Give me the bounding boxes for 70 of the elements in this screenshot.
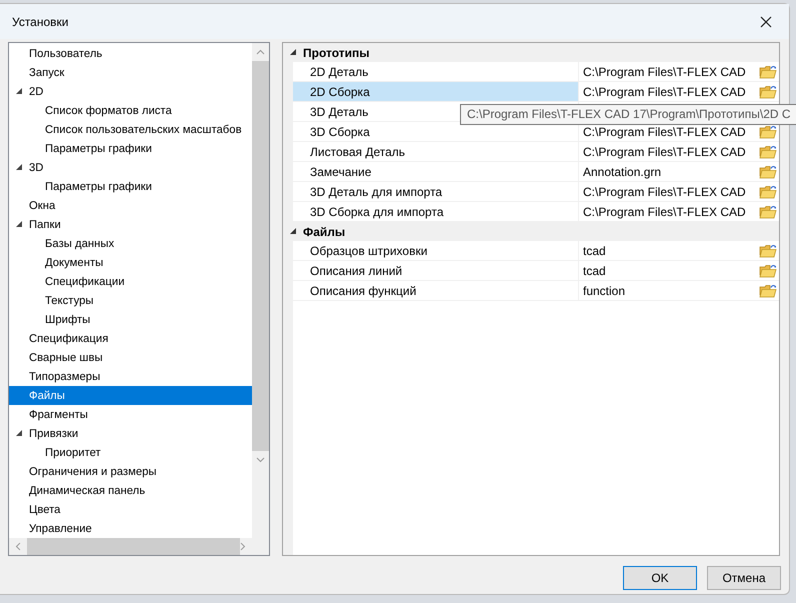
- property-label[interactable]: Замечание: [293, 162, 579, 181]
- folder-icon[interactable]: [759, 264, 777, 278]
- folder-icon[interactable]: [759, 184, 777, 198]
- ok-button[interactable]: OK: [623, 566, 697, 590]
- property-value[interactable]: C:\Program Files\T-FLEX CAD: [583, 64, 759, 78]
- scroll-up-icon[interactable]: [256, 49, 265, 55]
- expanded-icon[interactable]: [16, 430, 22, 437]
- tree-item[interactable]: Параметры графики: [9, 139, 252, 158]
- property-value[interactable]: C:\Program Files\T-FLEX CAD: [583, 184, 759, 198]
- property-label[interactable]: 3D Деталь для импорта: [293, 182, 579, 201]
- scroll-right-icon[interactable]: [240, 542, 246, 551]
- expanded-icon[interactable]: [290, 228, 296, 235]
- scroll-down-icon[interactable]: [256, 457, 265, 463]
- folder-icon[interactable]: [759, 84, 777, 98]
- expanded-icon[interactable]: [16, 164, 22, 171]
- expanded-icon[interactable]: [16, 221, 22, 228]
- tree-item[interactable]: Пользователь: [9, 44, 252, 63]
- scrollbar[interactable]: [252, 43, 269, 538]
- tree-item[interactable]: Приоритет: [9, 443, 252, 462]
- tree-item[interactable]: Привязки: [9, 424, 252, 443]
- property-label[interactable]: Описания функций: [293, 281, 579, 300]
- property-value[interactable]: C:\Program Files\T-FLEX CAD: [583, 204, 759, 218]
- property-label[interactable]: Образцов штриховки: [293, 241, 579, 260]
- scroll-left-icon[interactable]: [15, 542, 21, 551]
- tree-item[interactable]: Список форматов листа: [9, 101, 252, 120]
- tree-item[interactable]: Текстуры: [9, 291, 252, 310]
- property-label[interactable]: 2D Сборка: [293, 82, 579, 101]
- tree-item[interactable]: 3D: [9, 158, 252, 177]
- tree-item[interactable]: Параметры графики: [9, 177, 252, 196]
- folder-icon[interactable]: [759, 284, 777, 298]
- tree-item[interactable]: Спецификации: [9, 272, 252, 291]
- property-value[interactable]: C:\Program Files\T-FLEX CAD: [583, 144, 759, 158]
- property-label[interactable]: Листовая Деталь: [293, 142, 579, 161]
- tree-item[interactable]: Управление: [9, 519, 252, 538]
- tree-item[interactable]: Запуск: [9, 63, 252, 82]
- property-value[interactable]: C:\Program Files\T-FLEX CAD: [583, 84, 759, 98]
- folder-icon[interactable]: [759, 204, 777, 218]
- tooltip: C:\Program Files\T-FLEX CAD 17\Program\Прототипы\2D С: [460, 104, 796, 125]
- tree-item[interactable]: Документы: [9, 253, 252, 272]
- property-value[interactable]: Annotation.grn: [583, 164, 759, 178]
- folder-icon[interactable]: [759, 164, 777, 178]
- tree-item[interactable]: Цвета: [9, 500, 252, 519]
- tree-item[interactable]: Динамическая панель: [9, 481, 252, 500]
- property-value[interactable]: tcad: [583, 264, 759, 278]
- property-value[interactable]: tcad: [583, 244, 759, 258]
- property-label[interactable]: Описания линий: [293, 261, 579, 280]
- window-title: Установки: [12, 14, 68, 28]
- tree-item[interactable]: Базы данных: [9, 234, 252, 253]
- tree-item[interactable]: Шрифты: [9, 310, 252, 329]
- tree-item[interactable]: Сварные швы: [9, 348, 252, 367]
- expanded-icon[interactable]: [290, 49, 296, 56]
- folder-icon[interactable]: [759, 144, 777, 158]
- folder-icon[interactable]: [759, 244, 777, 258]
- tree-item[interactable]: Ограничения и размеры: [9, 462, 252, 481]
- property-label[interactable]: 3D Сборка для импорта: [293, 202, 579, 221]
- expanded-icon[interactable]: [16, 88, 22, 95]
- tree-item[interactable]: Спецификация: [9, 329, 252, 348]
- tree-item[interactable]: Файлы: [9, 386, 252, 405]
- folder-icon[interactable]: [759, 124, 777, 138]
- folder-icon[interactable]: [759, 64, 777, 78]
- tree-item[interactable]: Фрагменты: [9, 405, 252, 424]
- property-value[interactable]: function: [583, 284, 759, 298]
- tree-item[interactable]: Типоразмеры: [9, 367, 252, 386]
- tree-item[interactable]: Папки: [9, 215, 252, 234]
- tree-item[interactable]: 2D: [9, 82, 252, 101]
- property-value[interactable]: C:\Program Files\T-FLEX CAD: [583, 124, 759, 138]
- property-label[interactable]: 2D Деталь: [293, 62, 579, 81]
- cancel-button[interactable]: Отмена: [707, 566, 781, 590]
- tree-item[interactable]: Окна: [9, 196, 252, 215]
- tree-item[interactable]: Список пользовательских масштабов: [9, 120, 252, 139]
